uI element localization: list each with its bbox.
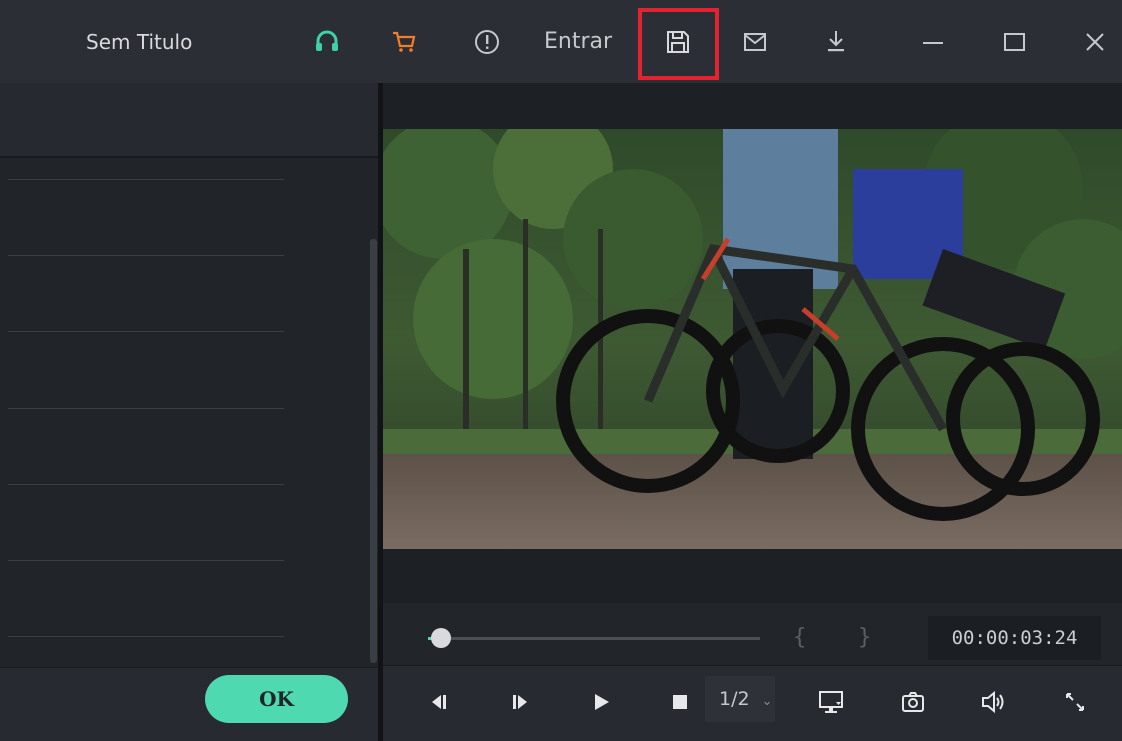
list-divider — [8, 560, 284, 561]
login-button[interactable]: Entrar — [544, 29, 612, 54]
alert-icon[interactable] — [471, 26, 503, 58]
scrollbar[interactable] — [370, 239, 377, 663]
stop-icon[interactable] — [664, 686, 696, 718]
video-preview — [383, 129, 1122, 549]
list-divider — [8, 636, 284, 637]
list-divider — [8, 331, 284, 332]
list-divider — [8, 484, 284, 485]
left-panel-header — [0, 83, 378, 156]
close-icon[interactable] — [1079, 26, 1111, 58]
play-icon[interactable] — [585, 686, 617, 718]
left-panel-footer: OK — [0, 667, 378, 741]
display-icon[interactable] — [815, 686, 847, 718]
preview-player: { } 00:00:03:24 1/2 ⌄ — [383, 83, 1122, 741]
list-divider — [8, 255, 284, 256]
playback-speed-value: 1/2 — [719, 688, 750, 710]
mark-out-button[interactable]: } — [858, 625, 871, 650]
playback-speed-select[interactable]: 1/2 ⌄ — [705, 676, 775, 722]
next-frame-icon[interactable] — [504, 686, 536, 718]
window-title: Sem Titulo — [86, 30, 193, 54]
chevron-down-icon: ⌄ — [761, 694, 773, 709]
previous-frame-icon[interactable] — [423, 686, 455, 718]
cart-icon[interactable] — [388, 26, 420, 58]
divider — [0, 156, 378, 158]
list-divider — [8, 408, 284, 409]
ok-button[interactable]: OK — [205, 675, 348, 723]
timecode-display: 00:00:03:24 — [928, 616, 1101, 660]
progress-knob[interactable] — [431, 628, 451, 648]
progress-track[interactable] — [428, 637, 760, 640]
headset-icon[interactable] — [311, 26, 343, 58]
save-highlight-box — [638, 8, 719, 80]
volume-icon[interactable] — [977, 686, 1009, 718]
title-bar: Sem Titulo Entrar — [0, 0, 1122, 83]
fullscreen-icon[interactable] — [1059, 686, 1091, 718]
download-icon[interactable] — [820, 26, 852, 58]
minimize-icon[interactable] — [917, 26, 949, 58]
maximize-icon[interactable] — [998, 26, 1030, 58]
timeline-bar: { } 00:00:03:24 — [383, 603, 1122, 665]
list-divider — [8, 179, 284, 180]
mark-in-button[interactable]: { — [793, 625, 806, 650]
playback-controls: 1/2 ⌄ — [383, 665, 1122, 741]
left-panel: OK — [0, 83, 378, 741]
camera-icon[interactable] — [897, 686, 929, 718]
mail-icon[interactable] — [739, 26, 771, 58]
